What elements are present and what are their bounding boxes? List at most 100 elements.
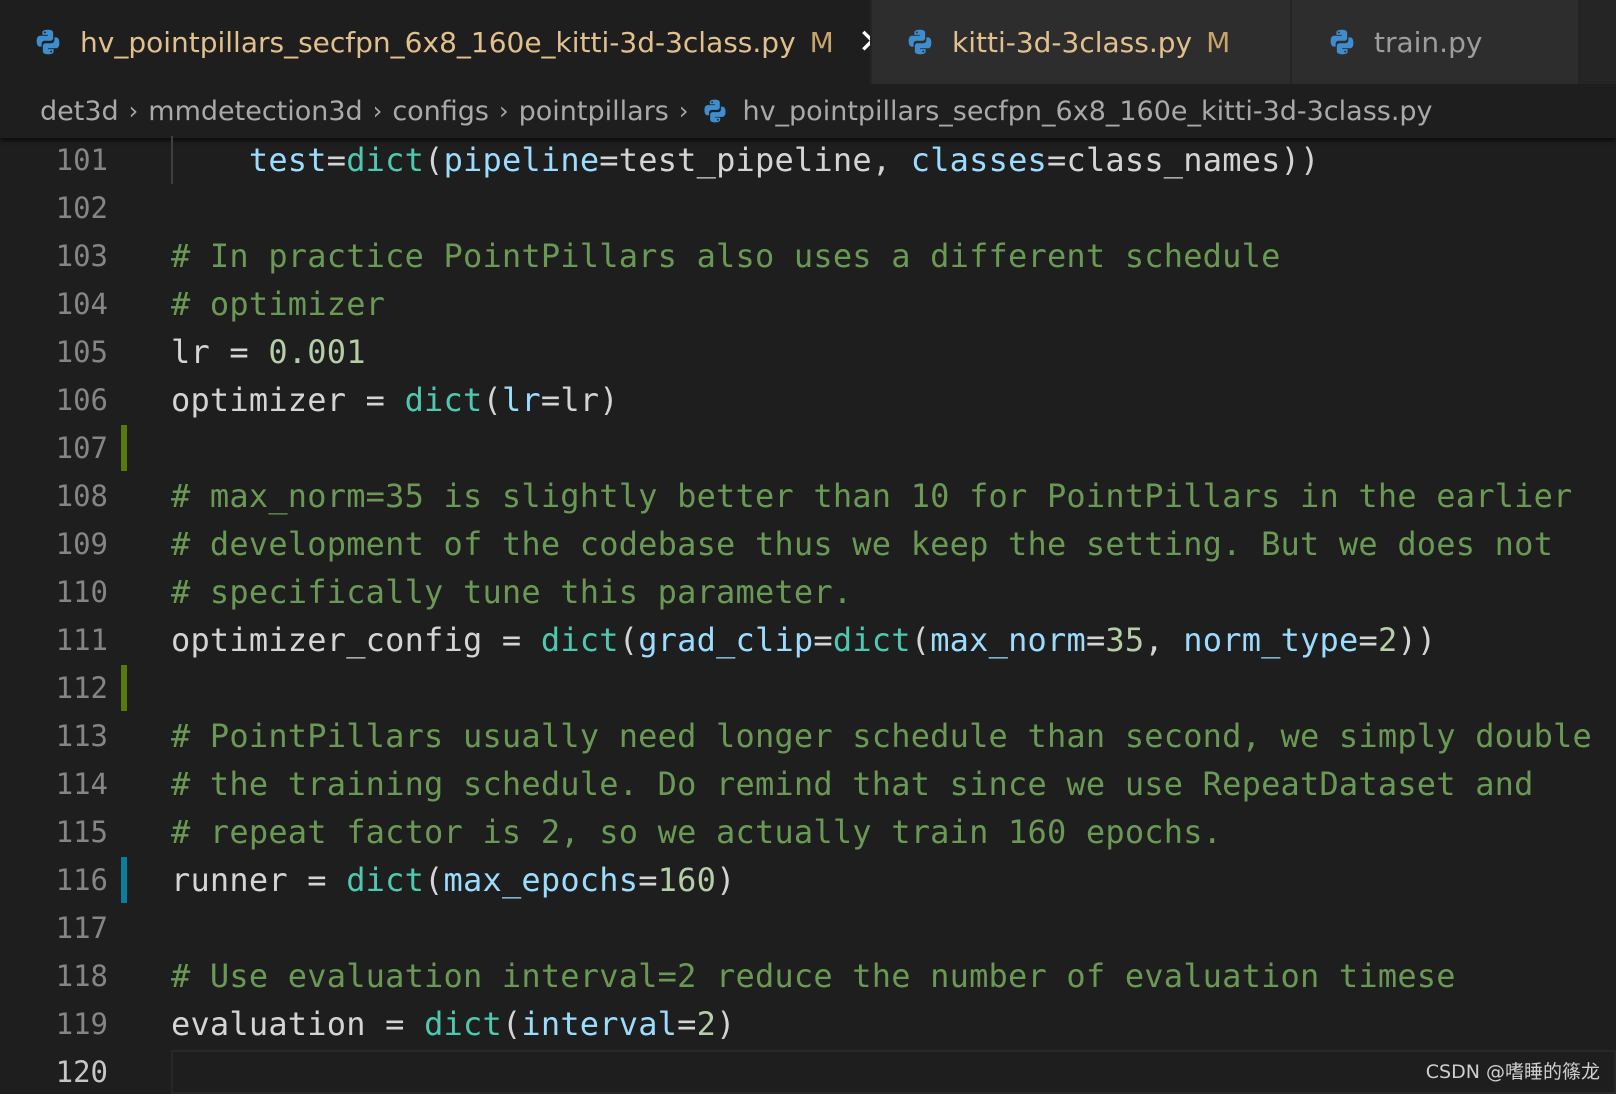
python-file-icon — [34, 28, 62, 56]
code-line[interactable]: 110 # specifically tune this parameter. — [0, 568, 1616, 616]
breadcrumb-item-det3d[interactable]: det3d — [40, 96, 119, 127]
code-line[interactable]: 120 — [0, 1048, 1616, 1094]
code-line[interactable]: 105 lr = 0.001 — [0, 328, 1616, 376]
code-line[interactable]: 111 optimizer_config = dict(grad_clip=dic… — [0, 616, 1616, 664]
code-token: norm_type — [1183, 621, 1359, 659]
chevron-right-icon: › — [499, 97, 509, 125]
code-token: dict — [832, 621, 911, 659]
code-token: 0.001 — [268, 333, 366, 371]
code-token: max_norm — [930, 621, 1086, 659]
code-token: )) — [1397, 621, 1437, 659]
breadcrumb-item-configs[interactable]: configs — [392, 96, 489, 127]
line-number: 117 — [55, 911, 108, 945]
code-token: = — [638, 861, 658, 899]
code-token: test — [248, 141, 327, 179]
line-number: 113 — [55, 719, 108, 753]
code-line[interactable]: 116 runner = dict(max_epochs=160) — [0, 856, 1616, 904]
code-line[interactable]: 113 # PointPillars usually need longer sc… — [0, 712, 1616, 760]
tab-kitti-3d-3class[interactable]: kitti-3d-3class.py M — [872, 0, 1292, 84]
code-line[interactable]: 104 # optimizer — [0, 280, 1616, 328]
code-token: dict — [346, 861, 425, 899]
code-line[interactable]: 117 — [0, 904, 1616, 952]
code-token: ( — [910, 621, 931, 659]
code-line[interactable]: 112 — [0, 664, 1616, 712]
code-token: = — [1085, 621, 1106, 659]
code-token: = — [1358, 621, 1378, 659]
code-text: # development of the codebase thus we ke… — [171, 525, 1553, 563]
chevron-right-icon: › — [128, 97, 139, 125]
close-icon[interactable]: ✕ — [858, 22, 870, 62]
code-token: dict — [346, 141, 425, 179]
code-token: optimizer = — [171, 381, 405, 419]
code-line[interactable]: 101 test=dict(pipeline=test_pipeline, cl… — [0, 136, 1616, 184]
tab-hv-pointpillars-config[interactable]: hv_pointpillars_secfpn_6x8_160e_kitti-3d… — [0, 0, 872, 84]
code-token: , — [1144, 621, 1184, 659]
code-text: optimizer_config = dict(grad_clip=dict(m… — [171, 621, 1436, 659]
code-token: dict — [540, 621, 619, 659]
code-line[interactable]: 119 evaluation = dict(interval=2) — [0, 1000, 1616, 1048]
modified-indicator: M — [809, 25, 834, 59]
line-number: 102 — [55, 191, 108, 225]
code-token: # specifically tune this parameter. — [171, 573, 853, 611]
code-token: # the training schedule. Do remind that … — [171, 765, 1534, 803]
code-token: =test_pipeline, — [599, 141, 911, 179]
python-file-icon — [702, 98, 728, 124]
code-token: =lr) — [540, 381, 619, 419]
code-text: # specifically tune this parameter. — [171, 573, 852, 611]
code-text: # repeat factor is 2, so we actually tra… — [171, 813, 1222, 851]
code-text: evaluation = dict(interval=2) — [171, 1005, 736, 1043]
code-line[interactable]: 106 optimizer = dict(lr=lr) — [0, 376, 1616, 424]
code-token: ) — [716, 861, 736, 899]
tab-label: train.py — [1374, 25, 1483, 59]
code-text: runner = dict(max_epochs=160) — [171, 861, 736, 899]
gutter-added-marker[interactable] — [121, 665, 127, 711]
code-line[interactable]: 107 — [0, 424, 1616, 472]
code-token: grad_clip — [638, 621, 814, 659]
code-line[interactable]: 118 # Use evaluation interval=2 reduce th… — [0, 952, 1616, 1000]
line-number: 104 — [55, 287, 108, 321]
code-token: # PointPillars usually need longer sched… — [171, 717, 1592, 755]
code-line[interactable]: 108 # max_norm=35 is slightly better than… — [0, 472, 1616, 520]
gutter-modified-marker[interactable] — [121, 857, 127, 903]
code-token: optimizer_config = — [171, 621, 541, 659]
breadcrumb-item-file[interactable]: hv_pointpillars_secfpn_6x8_160e_kitti-3d… — [742, 96, 1432, 127]
watermark: CSDN @嗜睡的篠龙 — [1425, 1061, 1600, 1083]
code-line[interactable]: 102 — [0, 184, 1616, 232]
breadcrumb-item-mmdetection3d[interactable]: mmdetection3d — [148, 96, 362, 127]
line-number: 105 — [55, 335, 108, 369]
code-token: 2 — [1377, 621, 1398, 659]
line-number: 106 — [55, 383, 108, 417]
tab-train[interactable]: train.py — [1292, 0, 1580, 84]
code-text: # In practice PointPillars also uses a d… — [171, 237, 1281, 275]
chevron-right-icon: › — [678, 97, 689, 125]
code-line[interactable]: 115 # repeat factor is 2, so we actually … — [0, 808, 1616, 856]
code-line[interactable]: 103 # In practice PointPillars also uses … — [0, 232, 1616, 280]
tab-bar: hv_pointpillars_secfpn_6x8_160e_kitti-3d… — [0, 0, 1616, 84]
code-text: # Use evaluation interval=2 reduce the n… — [171, 957, 1456, 995]
tab-label: kitti-3d-3class.py — [952, 25, 1193, 59]
gutter-added-marker[interactable] — [121, 425, 127, 471]
line-number: 109 — [55, 527, 108, 561]
code-token: lr = — [171, 333, 269, 371]
breadcrumb-item-pointpillars[interactable]: pointpillars — [519, 96, 669, 127]
code-token: dict — [404, 381, 483, 419]
chevron-right-icon: › — [372, 97, 383, 125]
tab-label: hv_pointpillars_secfpn_6x8_160e_kitti-3d… — [80, 25, 796, 59]
code-text: lr = 0.001 — [171, 333, 366, 371]
python-file-icon — [1328, 28, 1356, 56]
code-line[interactable]: 114 # the training schedule. Do remind th… — [0, 760, 1616, 808]
line-number: 110 — [55, 575, 108, 609]
code-token: = — [326, 141, 347, 179]
line-number: 108 — [55, 479, 108, 513]
code-token: ( — [424, 861, 444, 899]
code-editor[interactable]: 101 test=dict(pipeline=test_pipeline, cl… — [0, 136, 1616, 1094]
line-number: 103 — [55, 239, 108, 273]
line-number: 115 — [55, 815, 108, 849]
code-line[interactable]: 109 # development of the codebase thus we… — [0, 520, 1616, 568]
code-text: test=dict(pipeline=test_pipeline, classe… — [171, 141, 1320, 179]
code-token: ( — [618, 621, 639, 659]
code-text: # optimizer — [171, 285, 385, 323]
line-number: 112 — [55, 671, 108, 705]
current-line-highlight — [171, 1050, 1616, 1094]
line-number: 120 — [55, 1055, 108, 1089]
